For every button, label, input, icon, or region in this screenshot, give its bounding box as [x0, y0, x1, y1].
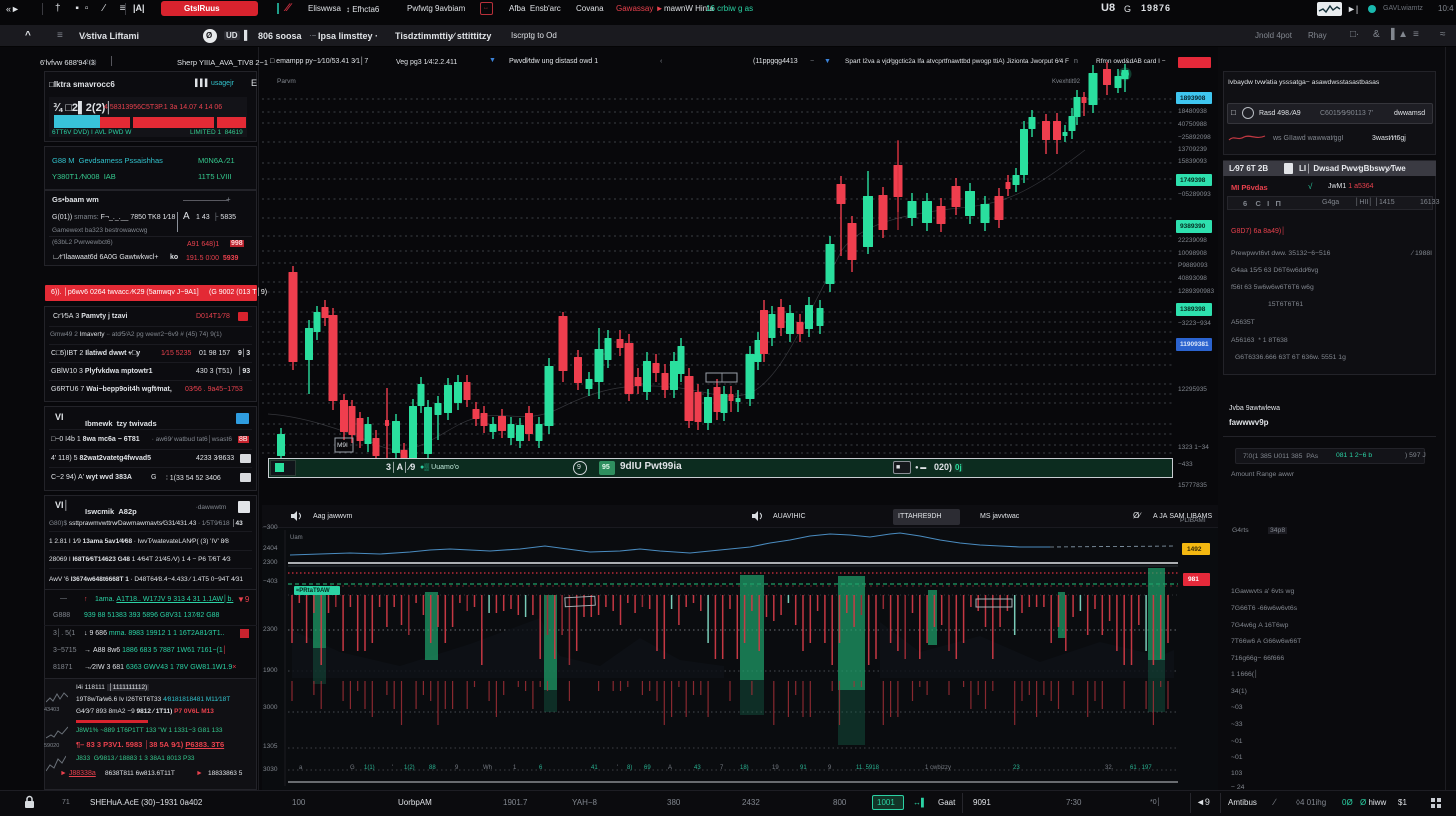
svg-text:M9I: M9I: [337, 442, 348, 449]
